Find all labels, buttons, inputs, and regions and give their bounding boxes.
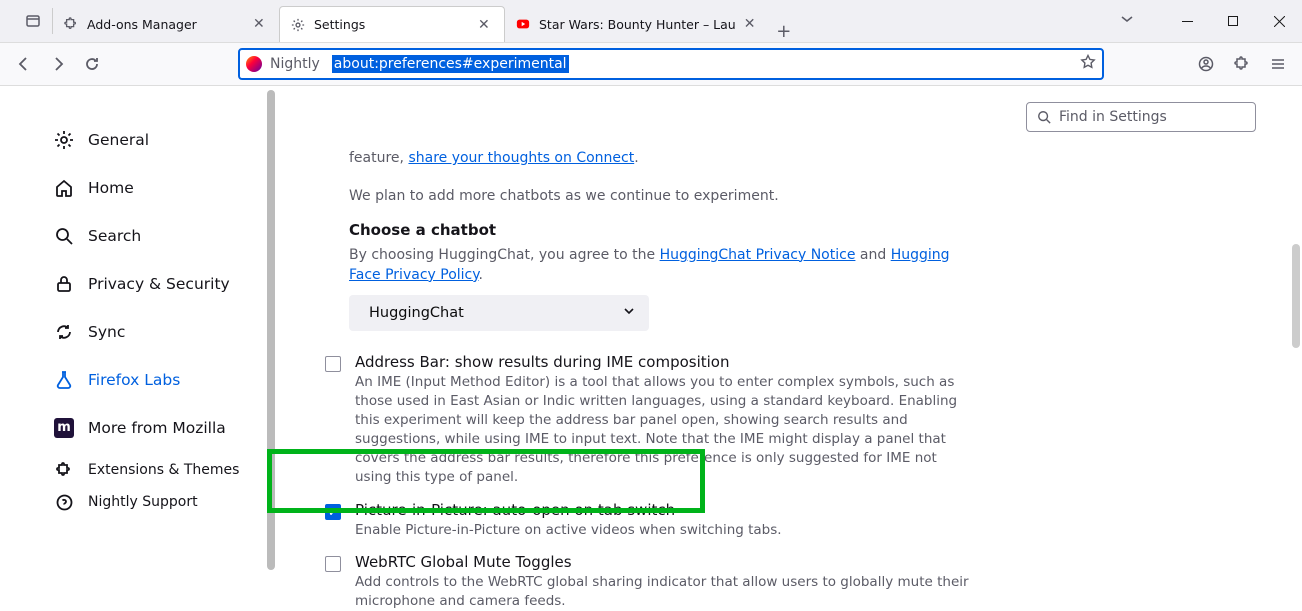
close-icon[interactable]: ✕ [478, 17, 494, 33]
window-close-button[interactable] [1256, 0, 1302, 43]
puzzle-icon [54, 460, 74, 480]
nav-label: Home [88, 179, 134, 197]
pref-checkbox[interactable] [325, 504, 341, 520]
account-button[interactable] [1190, 48, 1222, 80]
nav-label: Search [88, 227, 141, 245]
app-menu-button[interactable] [1262, 48, 1294, 80]
close-icon[interactable]: ✕ [744, 16, 760, 32]
nav-firefox-labs[interactable]: Firefox Labs [42, 360, 253, 400]
pref-addressbar-ime: Address Bar: show results during IME com… [325, 353, 977, 486]
nav-extensions-themes[interactable]: Extensions & Themes [42, 456, 253, 484]
home-icon [54, 178, 74, 198]
bookmark-star-icon[interactable] [1080, 54, 1096, 74]
tab-label: Star Wars: Bounty Hunter – Lau [539, 17, 736, 32]
tab-addons-manager[interactable]: Add-ons Manager ✕ [53, 6, 279, 42]
pref-desc: Enable Picture-in-Picture on active vide… [355, 521, 977, 540]
titlebar: Add-ons Manager ✕ Settings ✕ Star Wars: … [0, 0, 1302, 43]
tab-strip: Add-ons Manager ✕ Settings ✕ Star Wars: … [53, 0, 798, 42]
search-icon [1037, 110, 1051, 124]
mozilla-icon: m [54, 418, 74, 438]
tab-label: Settings [314, 17, 470, 32]
nav-label: Sync [88, 323, 125, 341]
huggingchat-privacy-link[interactable]: HuggingChat Privacy Notice [660, 247, 856, 263]
tab-youtube[interactable]: Star Wars: Bounty Hunter – Lau ✕ [505, 6, 770, 42]
pref-desc: Add controls to the WebRTC global sharin… [355, 573, 977, 611]
window-maximize-button[interactable] [1210, 0, 1256, 43]
youtube-icon [515, 16, 531, 32]
new-tab-button[interactable]: + [770, 21, 798, 42]
pref-checkbox[interactable] [325, 556, 341, 572]
window-controls [1110, 0, 1302, 42]
choose-chatbot-desc: By choosing HuggingChat, you agree to th… [349, 245, 977, 286]
find-in-settings[interactable]: Find in Settings [1026, 102, 1256, 132]
tabs-dropdown-button[interactable] [1110, 12, 1164, 30]
nav-more-from-mozilla[interactable]: m More from Mozilla [42, 408, 253, 448]
search-placeholder: Find in Settings [1059, 109, 1167, 125]
back-button[interactable] [8, 48, 40, 80]
pref-desc: An IME (Input Method Editor) is a tool t… [355, 373, 977, 486]
nav-privacy-security[interactable]: Privacy & Security [42, 264, 253, 304]
settings-main-panel: Find in Settings feature, share your tho… [265, 86, 1302, 601]
tab-label: Add-ons Manager [87, 17, 245, 32]
pref-title: Address Bar: show results during IME com… [355, 353, 977, 371]
pref-title: WebRTC Global Mute Toggles [355, 553, 977, 571]
content-area: General Home Search Privacy & Security S… [0, 86, 1302, 601]
close-icon[interactable]: ✕ [253, 16, 269, 32]
lock-icon [54, 274, 74, 294]
nav-label: Nightly Support [88, 494, 198, 510]
nav-label: Firefox Labs [88, 371, 180, 389]
pref-picture-in-picture: Picture-in-Picture: auto-open on tab swi… [325, 501, 977, 540]
toolbar: Nightly about:preferences#experimental [0, 43, 1302, 86]
extensions-button[interactable] [1226, 48, 1258, 80]
sync-icon [54, 322, 74, 342]
settings-sidebar: General Home Search Privacy & Security S… [0, 86, 265, 601]
nav-label: Extensions & Themes [88, 462, 239, 478]
nav-nightly-support[interactable]: Nightly Support [42, 488, 253, 516]
nav-label: More from Mozilla [88, 419, 226, 437]
puzzle-icon [63, 16, 79, 32]
nav-general[interactable]: General [42, 120, 253, 160]
forward-button[interactable] [42, 48, 74, 80]
gear-icon [54, 130, 74, 150]
nav-label: General [88, 131, 149, 149]
main-scrollbar[interactable] [1290, 86, 1302, 601]
nav-label: Privacy & Security [88, 275, 230, 293]
firefox-icon [246, 56, 262, 72]
nav-home[interactable]: Home [42, 168, 253, 208]
search-icon [54, 226, 74, 246]
tab-settings[interactable]: Settings ✕ [279, 6, 505, 42]
reload-button[interactable] [76, 48, 108, 80]
pref-webrtc-mute: WebRTC Global Mute Toggles Add controls … [325, 553, 977, 611]
list-all-tabs-button[interactable] [14, 0, 52, 42]
pref-checkbox[interactable] [325, 356, 341, 372]
gear-icon [290, 17, 306, 33]
chevron-down-icon [623, 305, 635, 321]
choose-chatbot-heading: Choose a chatbot [349, 221, 977, 239]
help-icon [54, 492, 74, 512]
url-bar[interactable]: Nightly about:preferences#experimental [238, 48, 1104, 80]
connect-link[interactable]: share your thoughts on Connect [408, 150, 634, 166]
profile-label: Nightly [270, 56, 320, 72]
nav-sync[interactable]: Sync [42, 312, 253, 352]
chatbot-note: We plan to add more chatbots as we conti… [349, 186, 977, 206]
chatbot-select-value: HuggingChat [369, 305, 464, 321]
chatbot-feedback-fragment: feature, share your thoughts on Connect. [349, 148, 977, 168]
chatbot-select[interactable]: HuggingChat [349, 295, 649, 331]
window-minimize-button[interactable] [1164, 0, 1210, 43]
url-text: about:preferences#experimental [332, 55, 569, 73]
pref-title: Picture-in-Picture: auto-open on tab swi… [355, 501, 977, 519]
flask-icon [54, 370, 74, 390]
nav-search[interactable]: Search [42, 216, 253, 256]
